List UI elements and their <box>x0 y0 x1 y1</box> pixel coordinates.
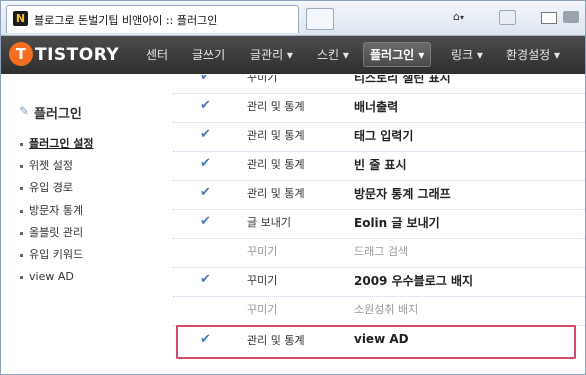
plugin-row[interactable]: ✔ 글 보내기 Eolin 글 보내기 <box>173 209 585 239</box>
plugin-row[interactable]: 꾸미기 드래그 검색 <box>173 238 585 268</box>
highlight-box <box>176 325 576 359</box>
nav-write[interactable]: 글쓰기 <box>192 46 225 63</box>
pencil-icon: ✎ <box>19 104 30 118</box>
sidebar-item-plugin-settings[interactable]: 플러그인 설정 <box>20 135 94 157</box>
check-icon[interactable]: ✔ <box>200 214 211 229</box>
check-icon[interactable]: ✔ <box>200 156 211 171</box>
sidebar-item-keywords[interactable]: 유입 키워드 <box>20 246 94 268</box>
check-icon[interactable]: ✔ <box>200 75 211 84</box>
tistory-logo-icon: T <box>9 42 33 66</box>
home-dropdown-icon[interactable]: ▾ <box>460 13 464 22</box>
plugin-category: 꾸미기 <box>247 303 278 316</box>
plugin-category: 관리 및 통계 <box>247 187 305 200</box>
plugin-name[interactable]: 태그 입력기 <box>354 127 413 144</box>
nav-plugin[interactable]: 플러그인 ▾ <box>363 42 432 67</box>
nav-post-manage[interactable]: 글관리 ▾ <box>250 46 293 63</box>
sidebar: ✎ 플러그인 플러그인 설정 위젯 설정 유입 경로 방문자 통계 올블릿 관리… <box>1 75 159 374</box>
sidebar-item-widget-settings[interactable]: 위젯 설정 <box>20 157 94 179</box>
home-icon-glyph: ⌂ <box>453 10 460 23</box>
feed-icon[interactable] <box>499 10 516 25</box>
browser-tab-strip: N 블로그로 돈벌기팁 비앤아이 :: 플러그인 ⌂▾ <box>1 1 585 36</box>
check-icon[interactable]: ✔ <box>200 272 211 287</box>
tistory-logo-text: TISTORY <box>35 45 120 65</box>
plugin-row[interactable]: ✔ 관리 및 통계 배너출력 <box>173 93 585 123</box>
plugin-category: 관리 및 통계 <box>247 158 305 171</box>
home-icon[interactable]: ⌂▾ <box>453 9 469 25</box>
sidebar-item-view-ad[interactable]: view AD <box>20 268 94 290</box>
mail-icon[interactable] <box>541 12 557 24</box>
plugin-row[interactable]: ✔ 관리 및 통계 방문자 통계 그래프 <box>173 180 585 210</box>
check-icon[interactable]: ✔ <box>200 185 211 200</box>
nav-link[interactable]: 링크 ▾ <box>451 46 483 63</box>
nav-center[interactable]: 센터 <box>146 46 168 63</box>
plugin-row[interactable]: ✔ 관리 및 통계 빈 줄 표시 <box>173 151 585 181</box>
new-tab-button[interactable] <box>306 8 334 30</box>
plugin-row[interactable]: ✔ 꾸미기 2009 우수블로그 배지 <box>173 267 585 297</box>
browser-tab[interactable]: N 블로그로 돈벌기팁 비앤아이 :: 플러그인 <box>6 5 299 33</box>
plugin-category: 꾸미기 <box>247 274 278 287</box>
sidebar-item-allblet[interactable]: 올블릿 관리 <box>20 224 94 246</box>
sidebar-title: ✎ 플러그인 <box>19 103 82 122</box>
sidebar-title-text: 플러그인 <box>34 107 82 122</box>
plugin-name[interactable]: 소원성취 배지 <box>354 301 418 317</box>
plugin-name[interactable]: 빈 줄 표시 <box>354 156 407 173</box>
plugin-row[interactable]: 꾸미기 소원성취 배지 <box>173 296 585 326</box>
plugin-name[interactable]: 배너출력 <box>354 98 398 115</box>
plugin-name[interactable]: Eolin 글 보내기 <box>354 214 440 231</box>
nav-settings[interactable]: 환경설정 ▾ <box>506 46 560 63</box>
sidebar-item-referrer[interactable]: 유입 경로 <box>20 179 94 201</box>
tistory-nav-bar: T TISTORY 센터 글쓰기 글관리 ▾ 스킨 ▾ 플러그인 ▾ 링크 ▾ … <box>1 36 585 74</box>
favicon-icon: N <box>13 11 28 26</box>
plugin-category: 꾸미기 <box>247 245 278 258</box>
nav-skin[interactable]: 스킨 ▾ <box>317 46 349 63</box>
print-icon[interactable] <box>563 11 579 23</box>
plugin-category: 글 보내기 <box>247 216 291 229</box>
plugin-list: ✔ 꾸미기 티스토리 챌린 표시 ✔ 관리 및 통계 배너출력 ✔ 관리 및 통… <box>173 75 585 374</box>
check-icon[interactable]: ✔ <box>200 127 211 142</box>
plugin-row[interactable]: ✔ 꾸미기 티스토리 챌린 표시 <box>173 75 585 94</box>
plugin-name[interactable]: 2009 우수블로그 배지 <box>354 272 473 289</box>
tab-title: 블로그로 돈벌기팁 비앤아이 :: 플러그인 <box>34 14 218 27</box>
plugin-category: 꾸미기 <box>247 75 278 84</box>
plugin-name[interactable]: 드래그 검색 <box>354 243 408 259</box>
sidebar-item-visitor-stats[interactable]: 방문자 통계 <box>20 202 94 224</box>
sidebar-menu: 플러그인 설정 위젯 설정 유입 경로 방문자 통계 올블릿 관리 유입 키워드… <box>20 135 94 290</box>
plugin-name[interactable]: 티스토리 챌린 표시 <box>354 75 451 86</box>
plugin-category: 관리 및 통계 <box>247 129 305 142</box>
plugin-category: 관리 및 통계 <box>247 100 305 113</box>
plugin-row[interactable]: ✔ 관리 및 통계 태그 입력기 <box>173 122 585 152</box>
plugin-name[interactable]: 방문자 통계 그래프 <box>354 185 451 202</box>
check-icon[interactable]: ✔ <box>200 98 211 113</box>
browser-window: N 블로그로 돈벌기팁 비앤아이 :: 플러그인 ⌂▾ T TISTORY 센터… <box>0 0 586 375</box>
